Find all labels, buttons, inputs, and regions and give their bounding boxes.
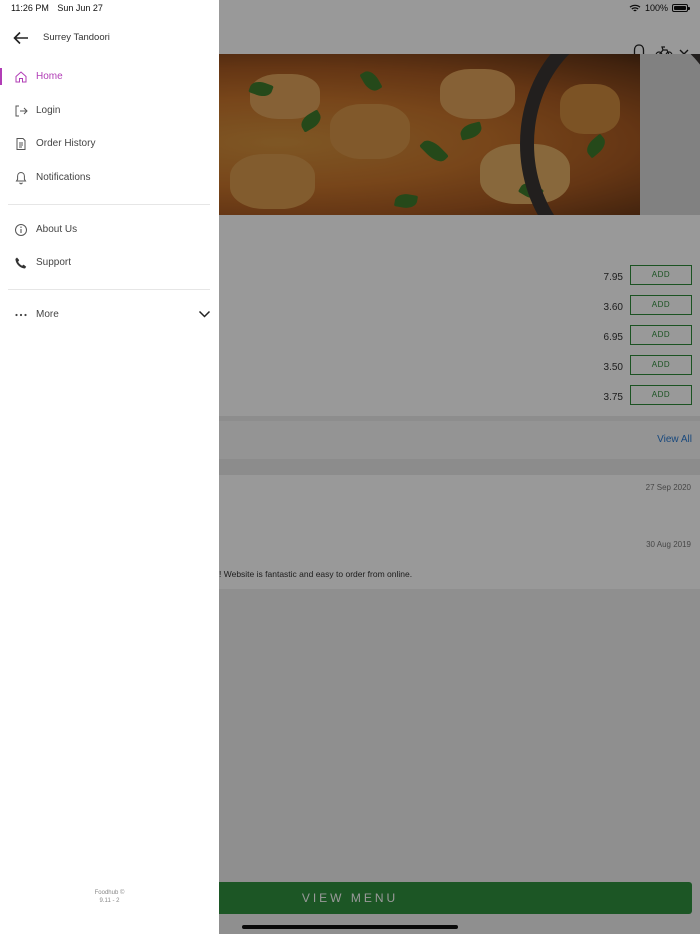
nav-item-about-us[interactable]: About Us [0,216,219,244]
phone-icon [15,257,27,269]
drawer-divider [8,289,210,290]
footer-version: 9.11 - 2 [99,898,120,904]
nav-item-notifications[interactable]: Notifications [0,164,219,192]
status-time: 11:26 PM [11,3,49,13]
drawer-header: Surrey Tandoori [0,24,219,52]
nav-item-support[interactable]: Support [0,249,219,277]
nav-item-label: Home [36,71,63,82]
back-arrow-icon[interactable] [13,31,29,45]
drawer-divider [8,204,210,205]
bell-icon [15,171,27,185]
navigation-drawer: 11:26 PM Sun Jun 27 Surrey Tandoori Home… [0,0,219,934]
footer-brand: Foodhub © [94,890,125,896]
nav-item-order-history[interactable]: Order History [0,130,219,158]
status-bar-left: 11:26 PM Sun Jun 27 [11,3,103,13]
chevron-down-icon [198,310,211,318]
nav-item-label: Notifications [36,172,91,183]
restaurant-name: Surrey Tandoori [43,32,110,43]
nav-item-label: Order History [36,138,96,149]
receipt-icon [16,138,26,150]
login-icon [15,105,28,117]
status-date: Sun Jun 27 [57,3,103,13]
nav-item-home[interactable]: Home [0,63,219,91]
nav-item-login[interactable]: Login [0,97,219,125]
nav-item-label: Support [36,257,72,268]
nav-item-label: Login [36,105,61,116]
app-version-footer: Foodhub © 9.11 - 2 [0,889,219,905]
nav-item-label: More [36,309,59,320]
info-icon [15,224,27,236]
active-indicator [0,68,2,85]
home-icon [15,71,27,83]
more-dots-icon [15,313,27,317]
nav-item-label: About Us [36,224,78,235]
nav-item-more[interactable]: More [0,301,219,329]
